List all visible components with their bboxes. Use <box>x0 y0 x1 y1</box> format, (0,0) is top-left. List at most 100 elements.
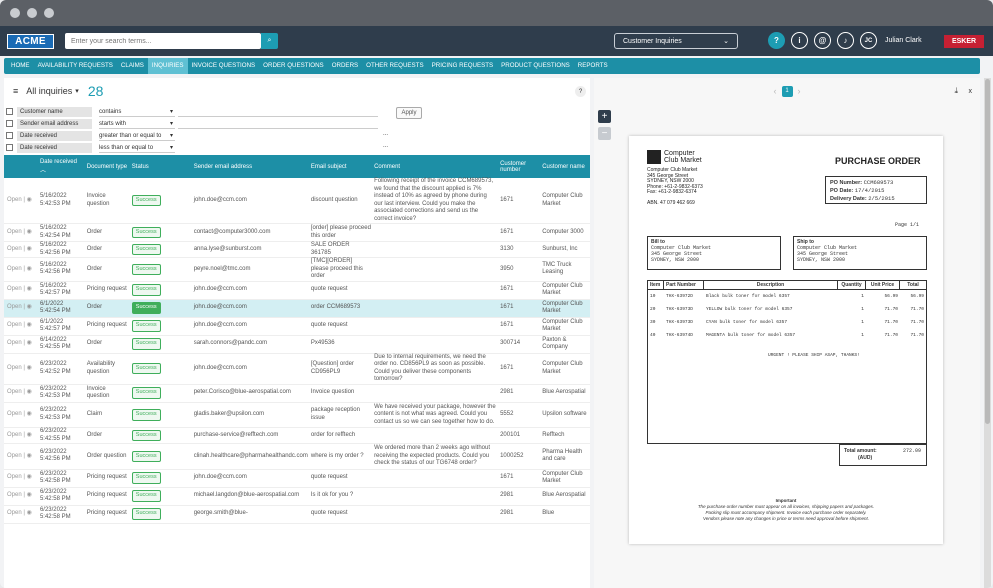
filter-checkbox[interactable] <box>6 120 13 127</box>
eye-icon[interactable]: | ◉ <box>22 510 31 516</box>
sort-up-icon[interactable]: ︿ <box>40 168 46 174</box>
filter-value[interactable]: ... <box>178 143 388 153</box>
open-link[interactable]: Open <box>7 340 22 346</box>
col-email-subject[interactable]: Email subject <box>308 155 371 178</box>
eye-icon[interactable]: | ◉ <box>22 411 31 417</box>
open-link[interactable]: Open <box>7 229 22 235</box>
page-scrollbar[interactable] <box>984 78 991 588</box>
scrollbar-thumb[interactable] <box>985 79 990 424</box>
eye-icon[interactable]: | ◉ <box>22 365 31 371</box>
table-row[interactable]: Open | ◉ 6/1/2022 5:42:54 PM Order Success j… <box>4 299 590 318</box>
open-link[interactable]: Open <box>7 246 22 252</box>
download-icon[interactable]: ⤓ <box>954 86 958 96</box>
open-link[interactable]: Open <box>7 492 22 498</box>
open-link[interactable]: Open <box>7 474 22 480</box>
eye-icon[interactable]: | ◉ <box>22 266 31 272</box>
acme-logo[interactable]: ACME <box>7 33 54 49</box>
help-icon[interactable]: ? <box>575 86 586 97</box>
page-number[interactable]: 1 <box>781 85 793 97</box>
table-row[interactable]: Open | ◉ 6/23/2022 5:42:53 PM Claim Success… <box>4 402 590 428</box>
nav-product-questions[interactable]: PRODUCT QUESTIONS <box>497 58 574 74</box>
table-row[interactable]: Open | ◉ 5/16/2022 5:42:53 PM Invoice ques… <box>4 178 590 224</box>
table-row[interactable]: Open | ◉ 6/23/2022 5:42:52 PM Availability… <box>4 353 590 385</box>
eye-icon[interactable]: | ◉ <box>22 340 31 346</box>
caret-down-icon[interactable]: ▾ <box>75 87 79 95</box>
col-comment[interactable]: Comment <box>371 155 497 178</box>
open-link[interactable]: Open <box>7 197 22 203</box>
zoom-in-button[interactable]: + <box>598 110 611 123</box>
open-link[interactable]: Open <box>7 266 22 272</box>
eye-icon[interactable]: | ◉ <box>22 246 31 252</box>
eye-icon[interactable]: | ◉ <box>22 453 31 459</box>
menu-icon[interactable]: ≡ <box>13 86 18 96</box>
filter-checkbox[interactable] <box>6 144 13 151</box>
search-input[interactable] <box>65 33 261 49</box>
table-row[interactable]: Open | ◉ 6/23/2022 5:42:53 PM Invoice ques… <box>4 384 590 403</box>
nav-inquiries[interactable]: INQUIRIES <box>147 58 188 74</box>
table-row[interactable]: Open | ◉ 6/1/2022 5:42:57 PM Pricing reque… <box>4 317 590 336</box>
nav-order-questions[interactable]: ORDER QUESTIONS <box>259 58 328 74</box>
table-row[interactable]: Open | ◉ 5/16/2022 5:42:57 PM Pricing requ… <box>4 281 590 300</box>
eye-icon[interactable]: | ◉ <box>22 474 31 480</box>
info-icon[interactable]: i <box>791 32 808 49</box>
window-close-dot[interactable] <box>10 8 20 18</box>
table-row[interactable]: Open | ◉ 6/23/2022 5:42:58 PM Pricing requ… <box>4 487 590 506</box>
eye-icon[interactable]: | ◉ <box>22 389 31 395</box>
table-row[interactable]: Open | ◉ 6/23/2022 5:42:56 PM Order questi… <box>4 443 590 470</box>
filter-value[interactable]: ... <box>178 131 388 141</box>
filter-operator[interactable]: starts with ▾ <box>99 119 175 129</box>
col-date-received[interactable]: Date received ︿ <box>37 155 84 178</box>
user-avatar[interactable]: JC <box>860 32 877 49</box>
eye-icon[interactable]: | ◉ <box>22 197 31 203</box>
search-button[interactable]: ⌕ <box>261 33 278 49</box>
open-link[interactable]: Open <box>7 365 22 371</box>
apply-button[interactable]: Apply <box>396 107 422 119</box>
zoom-out-button[interactable]: − <box>598 127 611 140</box>
chevron-left-icon[interactable]: ‹ <box>774 86 777 96</box>
col-document-type[interactable]: Document type <box>84 155 129 178</box>
table-row[interactable]: Open | ◉ 6/14/2022 5:42:55 PM Order Success… <box>4 335 590 354</box>
open-link[interactable]: Open <box>7 286 22 292</box>
nav-reports[interactable]: REPORTS <box>574 58 612 74</box>
nav-other-requests[interactable]: OTHER REQUESTS <box>362 58 427 74</box>
col-sender-email[interactable]: Sender email address <box>191 155 308 178</box>
view-selector[interactable]: All inquiries <box>26 86 72 96</box>
filter-value[interactable] <box>178 107 378 117</box>
window-minimize-dot[interactable] <box>27 8 37 18</box>
window-maximize-dot[interactable] <box>44 8 54 18</box>
eye-icon[interactable]: | ◉ <box>22 432 31 438</box>
open-link[interactable]: Open <box>7 453 22 459</box>
chevron-right-icon[interactable]: › <box>798 86 801 96</box>
at-sign-icon[interactable]: @ <box>814 32 831 49</box>
filter-value[interactable] <box>178 119 378 129</box>
open-link[interactable]: Open <box>7 510 22 516</box>
nav-availability-requests[interactable]: AVAILABILITY REQUESTS <box>34 58 117 74</box>
filter-operator[interactable]: less than or equal to ▾ <box>99 143 175 153</box>
eye-icon[interactable]: | ◉ <box>22 304 31 310</box>
col-customer-name[interactable]: Customer name <box>539 155 590 178</box>
eye-icon[interactable]: | ◉ <box>22 286 31 292</box>
open-link[interactable]: Open <box>7 304 22 310</box>
bell-icon[interactable]: ♪ <box>837 32 854 49</box>
open-link[interactable]: Open <box>7 389 22 395</box>
help-icon[interactable]: ? <box>768 32 785 49</box>
nav-orders[interactable]: ORDERS <box>328 58 362 74</box>
eye-icon[interactable]: | ◉ <box>22 322 31 328</box>
view-dropdown[interactable]: Customer Inquiries ⌄ <box>614 33 738 49</box>
filter-operator[interactable]: greater than or equal to ▾ <box>99 131 175 141</box>
table-row[interactable]: Open | ◉ 6/23/2022 5:42:58 PM Pricing requ… <box>4 505 590 524</box>
nav-invoice-questions[interactable]: INVOICE QUESTIONS <box>188 58 260 74</box>
table-row[interactable]: Open | ◉ 5/16/2022 5:42:56 PM Order Success… <box>4 257 590 282</box>
filter-operator[interactable]: contains ▾ <box>99 107 175 117</box>
filter-checkbox[interactable] <box>6 108 13 115</box>
table-row[interactable]: Open | ◉ 5/16/2022 5:42:54 PM Order Success… <box>4 223 590 242</box>
table-row[interactable]: Open | ◉ 6/23/2022 5:42:58 PM Pricing requ… <box>4 469 590 488</box>
close-icon[interactable]: x <box>969 88 973 95</box>
open-link[interactable]: Open <box>7 322 22 328</box>
table-row[interactable]: Open | ◉ 5/16/2022 5:42:56 PM Order Success… <box>4 241 590 258</box>
filter-checkbox[interactable] <box>6 132 13 139</box>
user-name[interactable]: Julian Clark <box>885 37 922 44</box>
table-row[interactable]: Open | ◉ 6/23/2022 5:42:55 PM Order Success… <box>4 427 590 444</box>
nav-pricing-requests[interactable]: PRICING REQUESTS <box>428 58 498 74</box>
eye-icon[interactable]: | ◉ <box>22 229 31 235</box>
